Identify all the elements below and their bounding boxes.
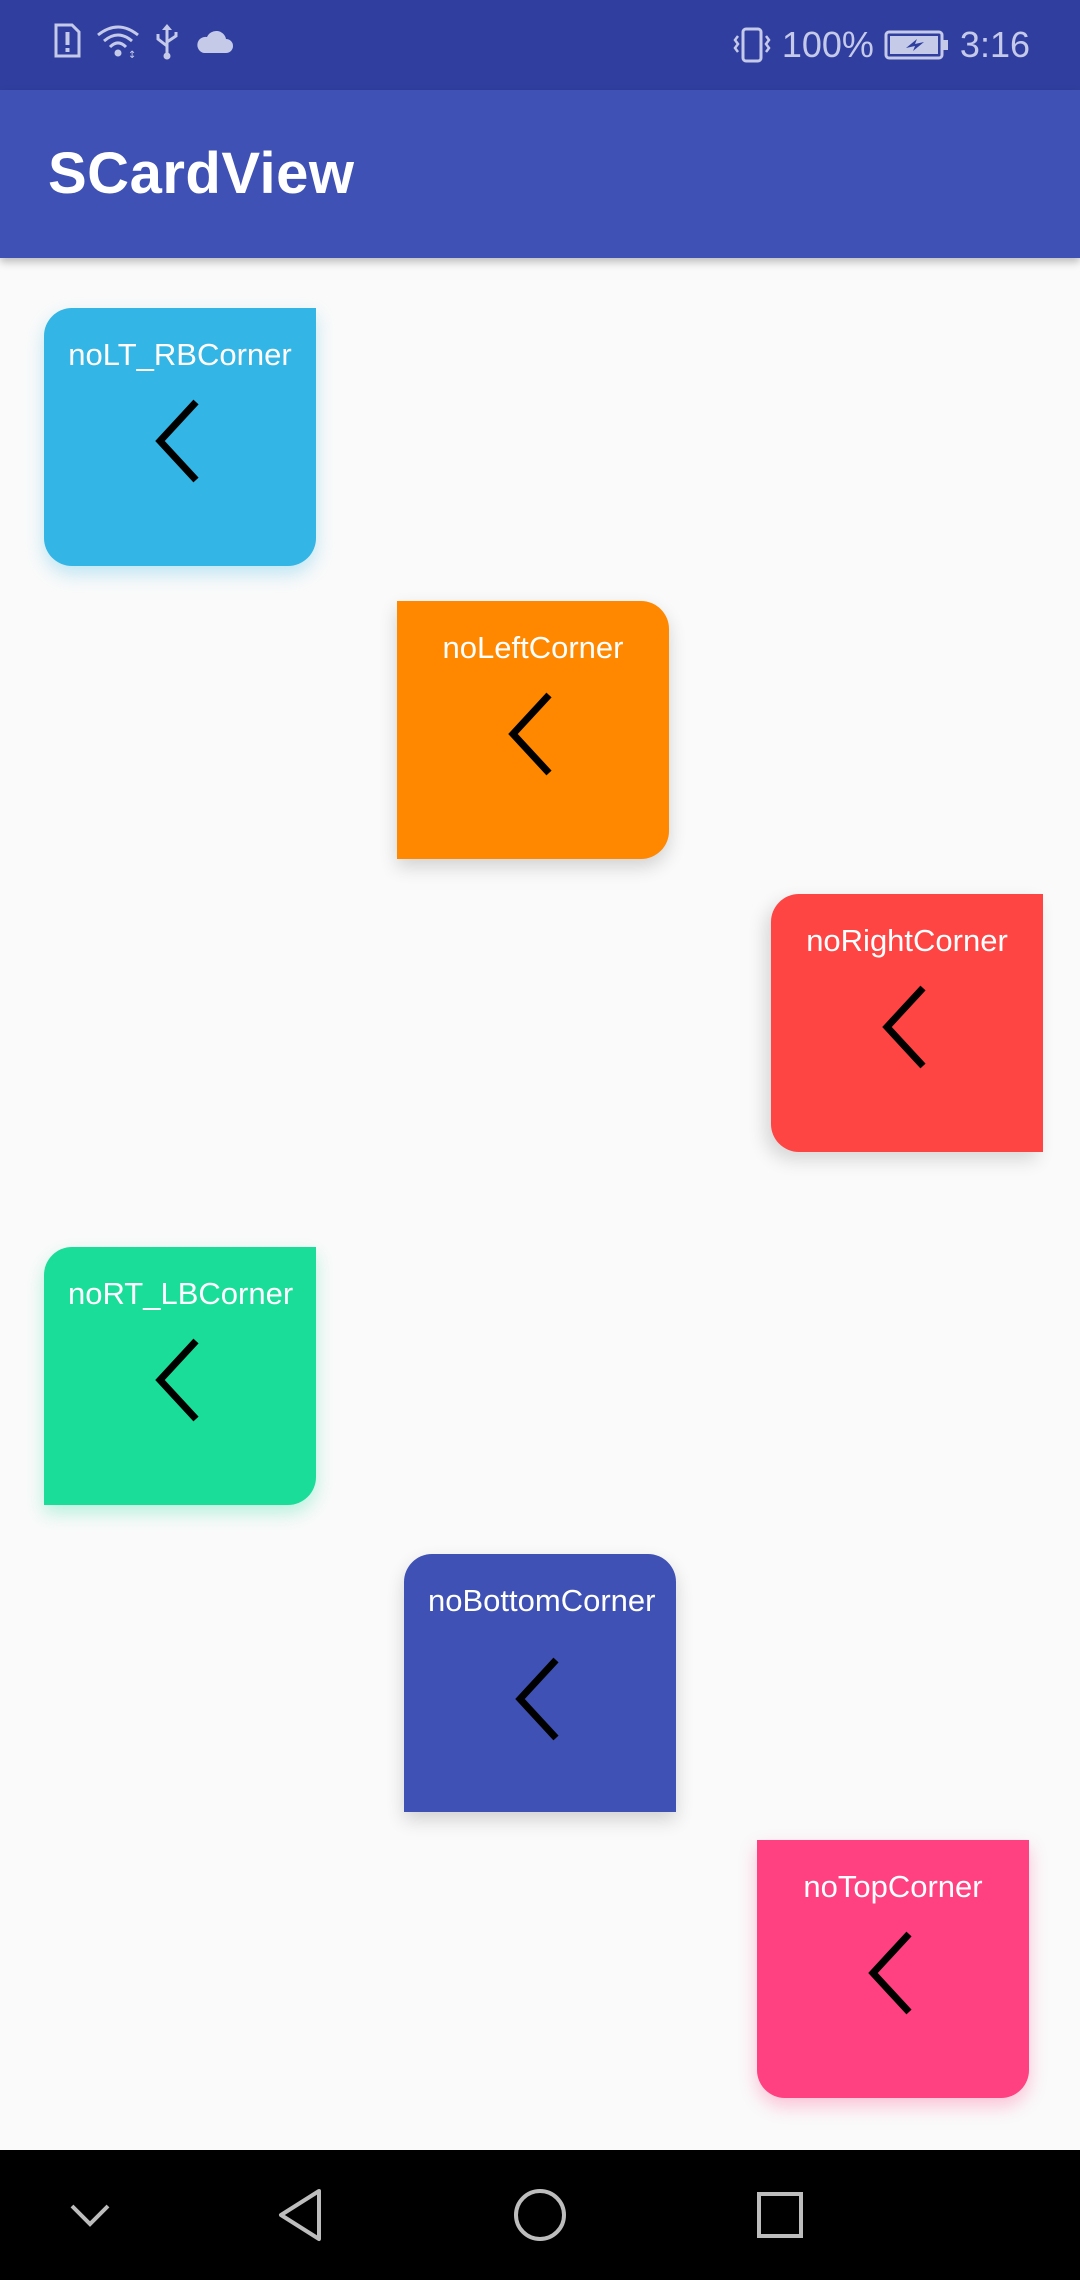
status-bar: ↕ 100% 3:16 — [0, 0, 1080, 90]
hide-keyboard-button[interactable] — [53, 2178, 127, 2252]
status-time: 3:16 — [959, 24, 1030, 65]
usb-icon — [156, 24, 178, 60]
vibrate-icon — [733, 27, 771, 63]
chevron-left-icon — [508, 692, 552, 776]
card-label: noLeftCorner — [442, 630, 624, 665]
chevron-left-icon — [155, 399, 199, 483]
status-right-icons: 100% 3:16 — [732, 22, 1030, 68]
screen: ↕ 100% 3:16 SCardView noLT_RBCorner noLe… — [0, 0, 1080, 2280]
hide-keyboard-icon — [70, 2204, 110, 2227]
card-label: noLT_RBCorner — [68, 337, 292, 372]
card-no-bottom-corner[interactable]: noBottomCorner — [404, 1554, 676, 1812]
battery-percent: 100% — [781, 24, 874, 65]
app-bar: SCardView — [0, 90, 1080, 258]
card-label: noRT_LBCorner — [68, 1276, 294, 1311]
card-no-right-corner[interactable]: noRightCorner — [771, 894, 1043, 1152]
cloud-icon — [197, 30, 233, 53]
chevron-left-icon — [515, 1657, 559, 1741]
battery-charging-icon — [884, 30, 948, 60]
card-no-left-corner[interactable]: noLeftCorner — [397, 601, 669, 859]
back-button[interactable] — [263, 2178, 337, 2252]
card-label: noTopCorner — [803, 1869, 983, 1904]
sim-alert-icon — [54, 23, 81, 58]
card-label: noRightCorner — [806, 923, 1008, 958]
recents-button[interactable] — [743, 2178, 817, 2252]
svg-text:↕: ↕ — [128, 50, 136, 59]
wifi-icon: ↕ — [97, 25, 139, 59]
navigation-bar — [0, 2150, 1080, 2280]
home-icon — [514, 2189, 566, 2241]
chevron-left-icon — [155, 1338, 199, 1422]
card-no-lt-rb-corner[interactable]: noLT_RBCorner — [44, 308, 316, 566]
chevron-left-icon — [868, 1931, 912, 2015]
card-label: noBottomCorner — [428, 1583, 656, 1618]
app-title: SCardView — [48, 141, 355, 206]
card-no-top-corner[interactable]: noTopCorner — [757, 1840, 1029, 2098]
card-no-rt-lb-corner[interactable]: noRT_LBCorner — [44, 1247, 316, 1505]
chevron-left-icon — [882, 985, 926, 1069]
recents-icon — [757, 2192, 803, 2238]
status-left-icons: ↕ — [52, 22, 234, 60]
home-button[interactable] — [503, 2178, 577, 2252]
back-icon — [279, 2189, 321, 2241]
